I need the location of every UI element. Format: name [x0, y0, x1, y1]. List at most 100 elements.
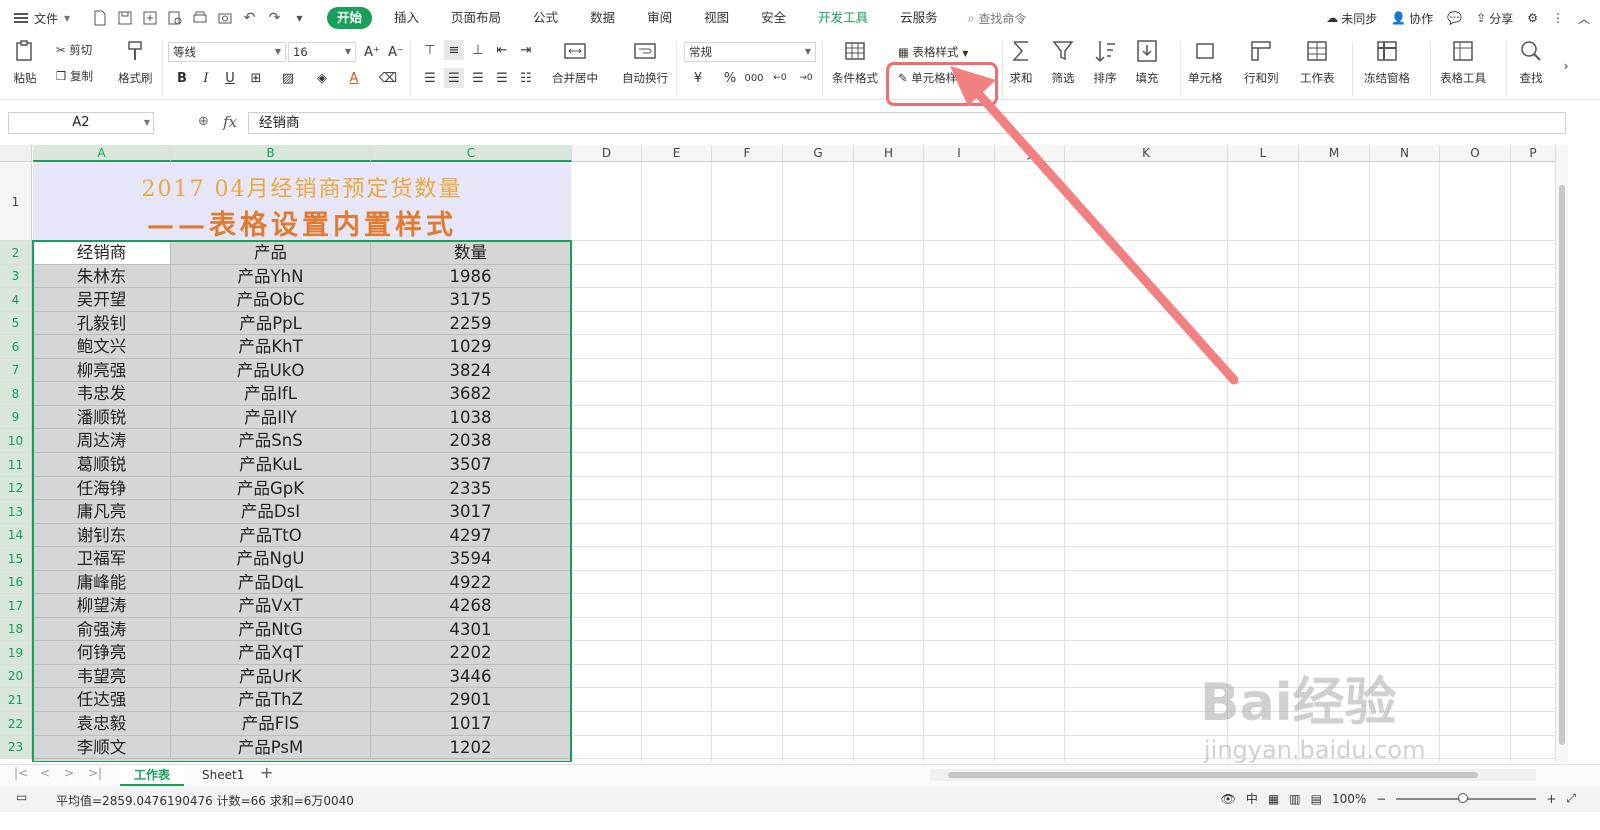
- tab-review[interactable]: 审阅: [631, 7, 688, 29]
- italic-icon[interactable]: I: [196, 68, 216, 88]
- tab-insert[interactable]: 插入: [378, 7, 435, 29]
- cell-fill-pattern-icon[interactable]: ▨: [278, 68, 298, 88]
- row-header-7[interactable]: 7: [0, 359, 32, 382]
- zoom-out-icon[interactable]: −: [1376, 792, 1386, 806]
- more-icon[interactable]: ⋮: [1552, 11, 1564, 25]
- thousands-button[interactable]: 000: [744, 68, 764, 88]
- zoom-in-icon[interactable]: +: [1546, 792, 1556, 806]
- page-layout-view-icon[interactable]: ▥: [1289, 792, 1300, 806]
- row-header-5[interactable]: 5: [0, 312, 32, 335]
- redo-icon[interactable]: ↷: [265, 9, 284, 28]
- justify-icon[interactable]: ☰: [492, 68, 512, 88]
- row-header-11[interactable]: 11: [0, 453, 32, 477]
- undo-icon[interactable]: ↶: [240, 9, 259, 28]
- save-icon[interactable]: [115, 9, 134, 28]
- column-header-f[interactable]: F: [712, 145, 783, 162]
- row-header-1[interactable]: 1: [0, 163, 32, 241]
- column-header-p[interactable]: P: [1511, 145, 1556, 162]
- bold-icon[interactable]: B: [172, 68, 192, 88]
- row-header-10[interactable]: 10: [0, 429, 32, 453]
- row-header-3[interactable]: 3: [0, 265, 32, 288]
- scroll-thumb[interactable]: [948, 772, 1478, 778]
- page-break-view-icon[interactable]: ▤: [1311, 792, 1322, 806]
- row-header-18[interactable]: 18: [0, 618, 32, 641]
- fill-color-icon[interactable]: ◈: [312, 68, 332, 88]
- align-left-icon[interactable]: ☰: [420, 68, 440, 88]
- share-button[interactable]: ⇪ 分享: [1476, 10, 1513, 27]
- table-style-button[interactable]: ▦ 表格样式 ▼: [898, 44, 968, 60]
- number-format-select[interactable]: 常规 ▼: [684, 42, 816, 62]
- scroll-thumb[interactable]: [1559, 185, 1565, 745]
- tab-start[interactable]: 开始: [327, 7, 373, 29]
- percent-button[interactable]: %: [720, 68, 740, 88]
- input-method-icon[interactable]: 中: [1246, 790, 1258, 807]
- insert-function-icon[interactable]: fx: [223, 113, 237, 131]
- prev-sheet-icon[interactable]: <: [40, 766, 50, 780]
- column-header-k[interactable]: K: [1065, 145, 1228, 162]
- column-header-g[interactable]: G: [783, 145, 854, 162]
- cut-button[interactable]: ✂ 剪切: [56, 42, 92, 58]
- align-top-icon[interactable]: ⊤: [420, 40, 440, 60]
- row-header-20[interactable]: 20: [0, 665, 32, 688]
- horizontal-scrollbar[interactable]: [930, 769, 1536, 781]
- collapse-ribbon-icon[interactable]: ︿: [1578, 10, 1590, 27]
- increase-font-icon[interactable]: A⁺: [362, 42, 382, 62]
- row-header-8[interactable]: 8: [0, 382, 32, 406]
- table-tools-button[interactable]: 表格工具: [1440, 38, 1486, 86]
- wrap-text-button[interactable]: 自动换行: [622, 38, 668, 86]
- print-icon[interactable]: [190, 9, 209, 28]
- row-header-6[interactable]: 6: [0, 335, 32, 359]
- row-header-9[interactable]: 9: [0, 406, 32, 429]
- tab-view[interactable]: 视图: [688, 7, 745, 29]
- sheet-tab-worksheet[interactable]: 工作表: [120, 765, 185, 786]
- column-header-e[interactable]: E: [642, 145, 712, 162]
- zoom-slider[interactable]: [1396, 792, 1537, 803]
- conditional-format-button[interactable]: 条件格式: [832, 38, 878, 86]
- align-right-icon[interactable]: ☰: [468, 68, 488, 88]
- select-all-corner[interactable]: [0, 145, 32, 162]
- merge-center-button[interactable]: 合并居中: [552, 38, 598, 86]
- find-button[interactable]: 查找: [1518, 38, 1544, 86]
- row-header-19[interactable]: 19: [0, 641, 32, 665]
- font-name-select[interactable]: 等线 ▼: [168, 42, 286, 62]
- zoom-level[interactable]: 100%: [1332, 792, 1366, 806]
- row-header-2[interactable]: 2: [0, 241, 32, 265]
- column-header-l[interactable]: L: [1228, 145, 1299, 162]
- macro-record-icon[interactable]: ▭: [16, 790, 27, 804]
- column-header-b[interactable]: B: [171, 145, 371, 162]
- tab-formula[interactable]: 公式: [517, 7, 574, 29]
- font-size-select[interactable]: 16 ▼: [288, 42, 356, 62]
- column-header-m[interactable]: M: [1299, 145, 1370, 162]
- row-header-14[interactable]: 14: [0, 524, 32, 547]
- font-color-icon[interactable]: A: [344, 68, 364, 88]
- ribbon-scroll-right-icon[interactable]: ›: [1556, 56, 1576, 76]
- paste-button[interactable]: 粘贴: [12, 38, 38, 86]
- export-icon[interactable]: [140, 9, 159, 28]
- cell-button[interactable]: 单元格: [1188, 38, 1223, 86]
- fill-button[interactable]: 填充: [1134, 38, 1160, 86]
- align-bottom-icon[interactable]: ⊥: [468, 40, 488, 60]
- customize-chevron-icon[interactable]: ▼: [290, 9, 309, 28]
- column-header-i[interactable]: I: [924, 145, 995, 162]
- sort-button[interactable]: 排序: [1092, 38, 1118, 86]
- tab-data[interactable]: 数据: [574, 7, 631, 29]
- row-header-16[interactable]: 16: [0, 571, 32, 594]
- decrease-font-icon[interactable]: A⁻: [386, 42, 406, 62]
- border-icon[interactable]: ⊞: [246, 68, 266, 88]
- decrease-indent-icon[interactable]: ⇤: [492, 40, 512, 60]
- tab-developer[interactable]: 开发工具: [802, 7, 884, 29]
- row-header-12[interactable]: 12: [0, 477, 32, 500]
- copy-button[interactable]: ❐ 复制: [56, 68, 93, 84]
- underline-icon[interactable]: U: [220, 68, 240, 88]
- row-header-15[interactable]: 15: [0, 547, 32, 571]
- row-header-21[interactable]: 21: [0, 688, 32, 712]
- row-col-button[interactable]: 行和列: [1244, 38, 1279, 86]
- row-header-17[interactable]: 17: [0, 594, 32, 618]
- file-menu[interactable]: 文件 ▼: [0, 10, 88, 27]
- align-center-icon[interactable]: ☰: [444, 68, 464, 88]
- row-header-4[interactable]: 4: [0, 288, 32, 312]
- freeze-panes-button[interactable]: 冻结窗格: [1364, 38, 1410, 86]
- filter-button[interactable]: 筛选: [1050, 38, 1076, 86]
- normal-view-icon[interactable]: ▦: [1268, 792, 1279, 806]
- eraser-icon[interactable]: ⌫: [378, 68, 398, 88]
